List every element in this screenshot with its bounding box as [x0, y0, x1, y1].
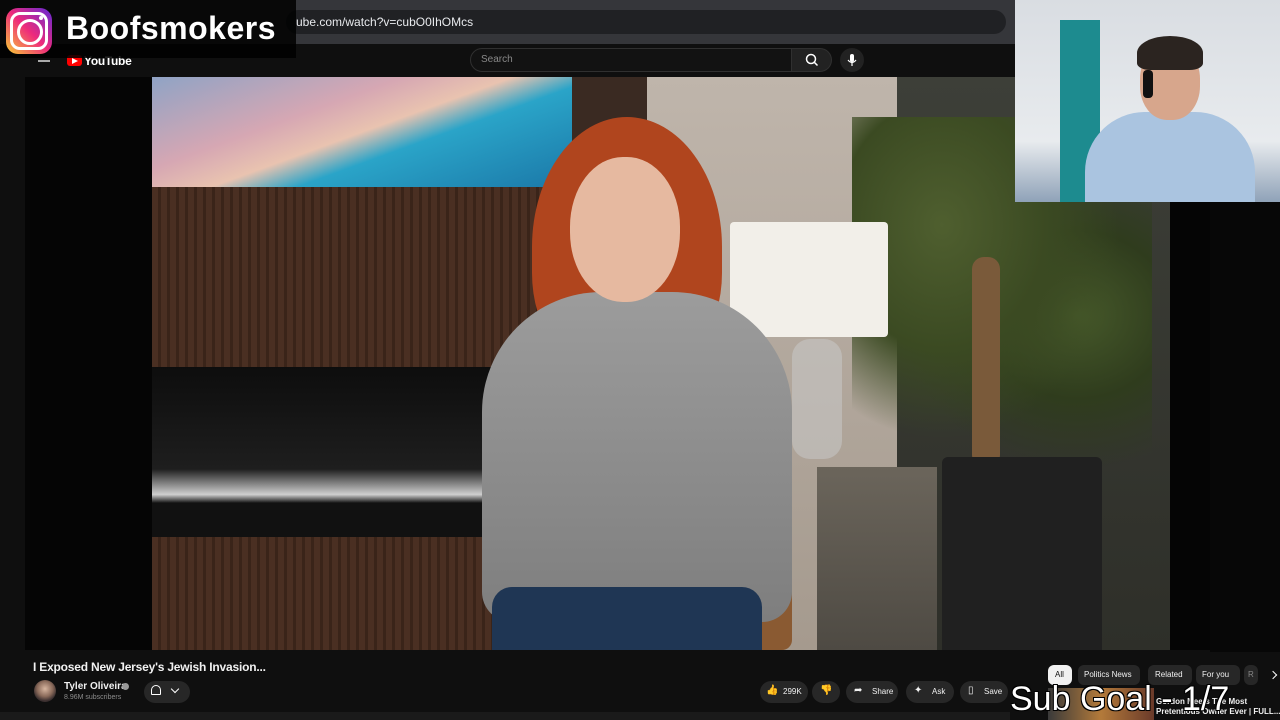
side-table: [817, 467, 937, 650]
streamer-shirt: [1085, 112, 1255, 202]
interviewee-body: [482, 292, 792, 622]
bottom-strip: [0, 712, 1010, 720]
menu-icon[interactable]: [38, 60, 50, 62]
thumbs-down-icon: 👎: [820, 685, 833, 696]
planter: [942, 457, 1102, 650]
chip-all-label: All: [1055, 670, 1064, 679]
microphone-icon: [847, 54, 857, 66]
channel-avatar[interactable]: [34, 680, 56, 702]
bell-icon: [151, 685, 161, 695]
chip-for-you-label: For you: [1202, 670, 1230, 679]
thumbs-up-icon: 👍: [766, 685, 779, 696]
streamer-hair: [1137, 36, 1203, 70]
headset: [1143, 70, 1153, 98]
lamp-base: [792, 339, 842, 459]
plant-trunk: [972, 257, 1000, 467]
subscriber-count: 8.96M subscribers: [64, 694, 122, 701]
interviewee-jeans: [492, 587, 762, 650]
search-input[interactable]: [470, 48, 792, 72]
search-placeholder: Search: [481, 54, 513, 65]
channel-name[interactable]: Tyler Oliveira: [64, 681, 127, 692]
fireplace: [152, 367, 512, 537]
sidebar-background: [1210, 202, 1280, 652]
ask-label: Ask: [932, 687, 946, 696]
save-label: Save: [984, 687, 1003, 696]
like-count: 299K: [783, 687, 802, 696]
chip-next-label: R: [1248, 670, 1254, 679]
instagram-icon: [6, 8, 52, 54]
interviewee-face: [570, 157, 680, 302]
search-icon: [805, 53, 819, 67]
chip-related-label: Related: [1155, 670, 1183, 679]
url-text[interactable]: ube.com/watch?v=cubO0IhOMcs: [296, 15, 473, 29]
lamp-shade: [730, 222, 888, 337]
voice-search-button[interactable]: [840, 48, 864, 72]
video-title: I Exposed New Jersey's Jewish Invasion..…: [33, 660, 266, 674]
chip-politics-news-label: Politics News: [1084, 670, 1132, 679]
wall-tv-image: [152, 77, 572, 187]
bookmark-icon: ▯: [968, 685, 974, 696]
webcam-overlay: [1015, 0, 1280, 202]
search-button[interactable]: [792, 48, 832, 72]
chevron-right-icon[interactable]: [1268, 670, 1278, 680]
sparkle-icon: ✦: [914, 685, 923, 696]
instagram-handle: Boofsmokers: [66, 10, 276, 46]
share-icon: ➦: [854, 685, 863, 696]
share-label: Share: [872, 687, 894, 696]
sub-goal-overlay: Sub Goal - 1/7: [1010, 680, 1230, 718]
verified-icon: [122, 683, 129, 690]
